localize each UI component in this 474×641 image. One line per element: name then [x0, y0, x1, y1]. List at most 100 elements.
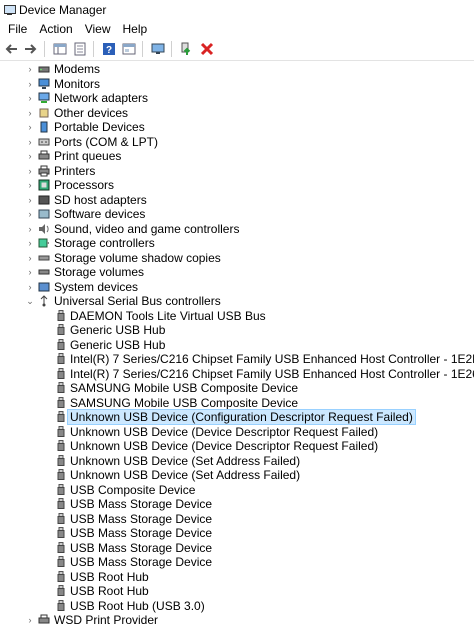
sound-icon [38, 223, 50, 235]
tree-device-item[interactable]: Unknown USB Device (Set Address Failed) [0, 468, 474, 483]
toolbar-separator [44, 41, 45, 57]
menu-view[interactable]: View [79, 22, 117, 36]
expand-chevron-icon[interactable]: › [25, 615, 35, 625]
tree-item-label: Storage controllers [54, 236, 155, 251]
tree-device-item[interactable]: SAMSUNG Mobile USB Composite Device [0, 381, 474, 396]
usb-controller-icon [38, 295, 50, 307]
tree-device-item[interactable]: Generic USB Hub [0, 338, 474, 353]
tree-item-label: Modems [54, 62, 101, 77]
window-title: Device Manager [19, 3, 107, 17]
expand-chevron-icon[interactable]: › [25, 79, 35, 89]
show-hide-tree-button[interactable] [51, 40, 69, 58]
expand-chevron-icon[interactable]: › [25, 282, 35, 292]
menu-action[interactable]: Action [33, 22, 78, 36]
tree-device-item[interactable]: Intel(R) 7 Series/C216 Chipset Family US… [0, 367, 474, 382]
usb-device-icon [55, 527, 67, 539]
tree-device-item[interactable]: Unknown USB Device (Device Descriptor Re… [0, 439, 474, 454]
tree-item-label: Print queues [54, 149, 122, 164]
tree-category-wsd-print-provider[interactable]: › WSD Print Provider [0, 613, 474, 628]
expand-chevron-icon[interactable]: › [25, 122, 35, 132]
tree-device-item[interactable]: USB Root Hub [0, 570, 474, 585]
view-button[interactable] [120, 40, 138, 58]
uninstall-x-icon [200, 42, 214, 56]
tree-category-storage-volume-shadow-copies[interactable]: › Storage volume shadow copies [0, 251, 474, 266]
properties-icon [74, 42, 86, 56]
help-button[interactable]: ? [100, 40, 118, 58]
tree-item-label: Generic USB Hub [70, 323, 166, 338]
tree-category-sound-video-and-game-controllers[interactable]: › Sound, video and game controllers [0, 222, 474, 237]
tree-category-printers[interactable]: › Printers [0, 164, 474, 179]
tree-device-item[interactable]: USB Mass Storage Device [0, 541, 474, 556]
tree-device-item[interactable]: USB Root Hub [0, 584, 474, 599]
port-icon [38, 136, 50, 148]
tree-category-ports-com-lpt[interactable]: › Ports (COM & LPT) [0, 135, 474, 150]
usb-device-icon [55, 512, 67, 525]
tree-device-item[interactable]: USB Mass Storage Device [0, 512, 474, 527]
expand-chevron-icon[interactable]: › [25, 195, 35, 205]
menu-help[interactable]: Help [117, 22, 154, 36]
usb-device-icon [55, 570, 67, 583]
expand-chevron-icon[interactable]: › [25, 267, 35, 277]
scan-hardware-button[interactable] [149, 40, 167, 58]
update-driver-button[interactable] [178, 40, 196, 58]
software-device-icon [38, 208, 50, 220]
tree-category-storage-controllers[interactable]: › Storage controllers [0, 236, 474, 251]
tree-device-item[interactable]: Unknown USB Device (Device Descriptor Re… [0, 425, 474, 440]
tree-device-item[interactable]: Generic USB Hub [0, 323, 474, 338]
monitor-icon [38, 78, 50, 90]
forward-arrow-icon [25, 44, 37, 54]
expand-chevron-icon[interactable]: › [25, 180, 35, 190]
tree-category-monitors[interactable]: › Monitors [0, 77, 474, 92]
tree-item-label: Sound, video and game controllers [54, 221, 240, 236]
properties-button[interactable] [71, 40, 89, 58]
tree-category-network-adapters[interactable]: › Network adapters [0, 91, 474, 106]
usb-device-icon [55, 556, 67, 568]
help-icon: ? [103, 43, 115, 56]
usb-device-icon [55, 367, 67, 380]
tree-category-system-devices[interactable]: › System devices [0, 280, 474, 295]
tree-device-item[interactable]: USB Mass Storage Device [0, 555, 474, 570]
collapse-chevron-icon[interactable]: ⌄ [25, 296, 35, 307]
tree-category-modems[interactable]: › Modems [0, 62, 474, 77]
tree-item-label: Unknown USB Device (Configuration Descri… [67, 409, 416, 426]
tree-device-item[interactable]: Intel(R) 7 Series/C216 Chipset Family US… [0, 352, 474, 367]
tree-category-software-devices[interactable]: › Software devices [0, 207, 474, 222]
expand-chevron-icon[interactable]: › [25, 108, 35, 118]
tree-category-universal-serial-bus-controllers[interactable]: ⌄ Universal Serial Bus controllers [0, 294, 474, 309]
expand-chevron-icon[interactable]: › [25, 253, 35, 263]
expand-chevron-icon[interactable]: › [25, 209, 35, 219]
tree-device-item[interactable]: Unknown USB Device (Set Address Failed) [0, 454, 474, 469]
back-button[interactable] [2, 40, 20, 58]
expand-chevron-icon[interactable]: › [25, 64, 35, 74]
expand-chevron-icon[interactable]: › [25, 137, 35, 147]
usb-device-icon [55, 353, 67, 365]
expand-chevron-icon[interactable]: › [25, 224, 35, 234]
expand-chevron-icon[interactable]: › [25, 166, 35, 176]
tree-category-other-devices[interactable]: › Other devices [0, 106, 474, 121]
expand-chevron-icon[interactable]: › [25, 93, 35, 103]
tree-device-item[interactable]: USB Mass Storage Device [0, 526, 474, 541]
menu-file[interactable]: File [0, 22, 33, 36]
uninstall-device-button[interactable] [198, 40, 216, 58]
tree-category-portable-devices[interactable]: › Portable Devices [0, 120, 474, 135]
processor-icon [38, 179, 50, 191]
tree-item-label: Ports (COM & LPT) [54, 134, 159, 149]
back-arrow-icon [5, 44, 17, 54]
expand-chevron-icon[interactable]: › [25, 151, 35, 161]
tree-category-storage-volumes[interactable]: › Storage volumes [0, 265, 474, 280]
forward-button[interactable] [22, 40, 40, 58]
tree-item-label: Unknown USB Device (Set Address Failed) [70, 468, 301, 483]
tree-category-sd-host-adapters[interactable]: › SD host adapters [0, 193, 474, 208]
tree-category-processors[interactable]: › Processors [0, 178, 474, 193]
tree-item-label: SAMSUNG Mobile USB Composite Device [70, 395, 299, 410]
tree-device-item[interactable]: SAMSUNG Mobile USB Composite Device [0, 396, 474, 411]
tree-device-item[interactable]: USB Mass Storage Device [0, 497, 474, 512]
tree-device-item[interactable]: Unknown USB Device (Configuration Descri… [0, 409, 474, 426]
expand-chevron-icon[interactable]: › [25, 238, 35, 248]
tree-device-item[interactable]: USB Composite Device [0, 483, 474, 498]
tree-category-print-queues[interactable]: › Print queues [0, 149, 474, 164]
tree-item-label: Intel(R) 7 Series/C216 Chipset Family US… [70, 352, 474, 367]
tree-device-item[interactable]: USB Root Hub (USB 3.0) [0, 599, 474, 614]
tree-device-item[interactable]: DAEMON Tools Lite Virtual USB Bus [0, 309, 474, 324]
svg-text:?: ? [106, 45, 112, 56]
